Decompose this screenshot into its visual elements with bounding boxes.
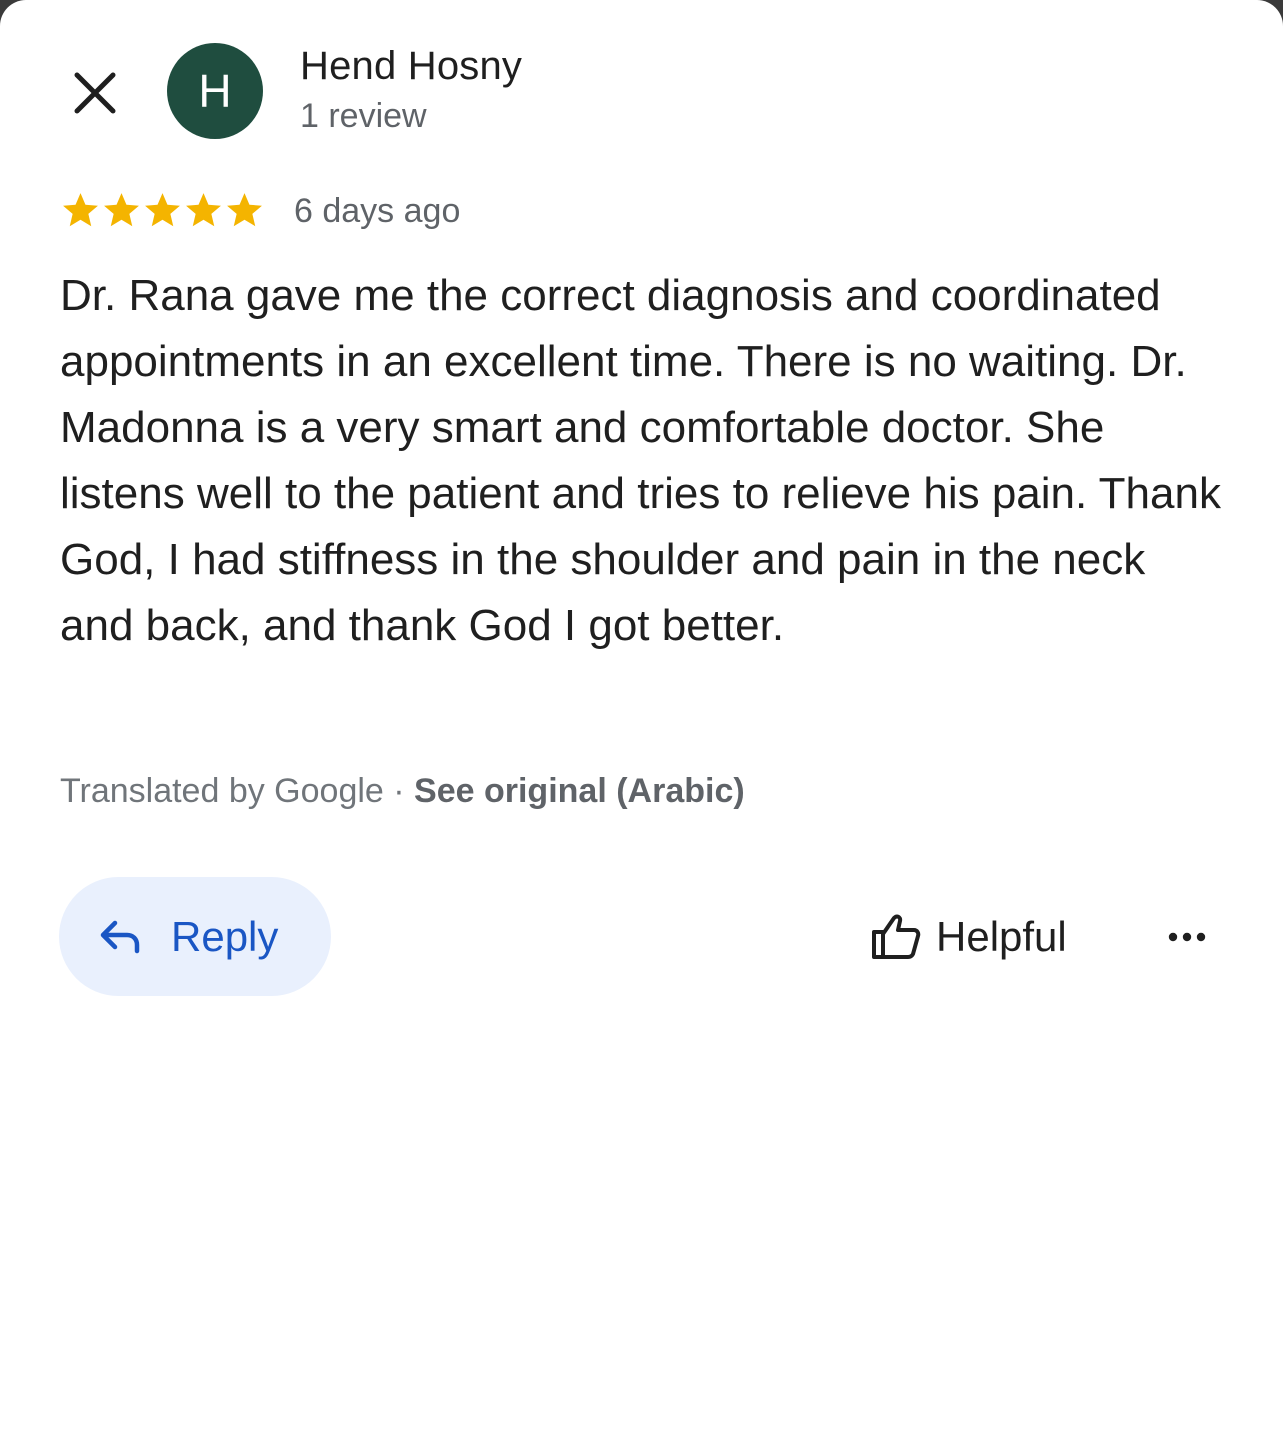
- close-button[interactable]: [64, 62, 126, 124]
- star-icon: [63, 193, 98, 227]
- helpful-label: Helpful: [936, 913, 1067, 960]
- star-icon: [104, 193, 139, 227]
- star-icon: [227, 193, 262, 227]
- see-original-link[interactable]: See original (Arabic): [414, 772, 745, 810]
- reply-label: Reply: [171, 912, 279, 960]
- translation-note: Translated by Google · See original (Ara…: [60, 772, 745, 811]
- close-icon: [74, 72, 116, 114]
- star-icon: [145, 193, 180, 227]
- star-icon: [186, 193, 221, 227]
- review-text: Dr. Rana gave me the correct diagnosis a…: [60, 271, 1221, 650]
- star-rating: [60, 190, 265, 231]
- translated-by-label: Translated by Google: [60, 772, 384, 810]
- avatar-initial: H: [198, 65, 232, 117]
- author-name[interactable]: Hend Hosny: [300, 44, 522, 89]
- translation-separator: ·: [383, 772, 415, 810]
- more-options-button[interactable]: [1160, 910, 1214, 964]
- reply-button[interactable]: Reply: [59, 877, 331, 996]
- more-horizontal-icon: [1168, 932, 1206, 942]
- review-count: 1 review: [300, 97, 427, 135]
- avatar[interactable]: H: [167, 43, 263, 139]
- review-time: 6 days ago: [294, 192, 461, 230]
- helpful-button[interactable]: Helpful: [870, 905, 1067, 969]
- review-sheet: H Hend Hosny 1 review 6 days ago Dr. Ran…: [0, 0, 1283, 1447]
- thumbs-up-icon: [872, 914, 921, 959]
- reply-arrow-icon: [100, 920, 140, 953]
